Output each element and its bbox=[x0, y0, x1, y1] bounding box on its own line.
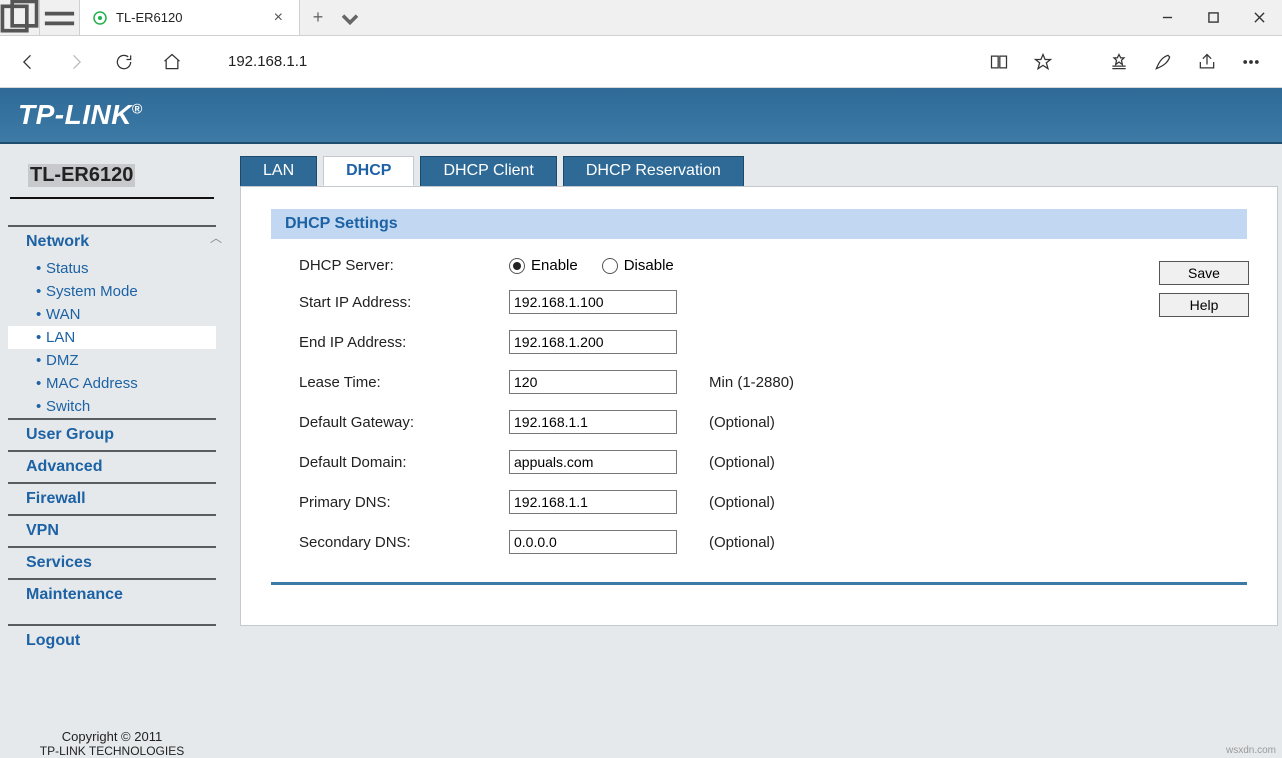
hint-domain: (Optional) bbox=[699, 454, 1247, 471]
sidebar-item-system-mode[interactable]: System Mode bbox=[8, 280, 216, 303]
tab-title: TL-ER6120 bbox=[116, 10, 262, 25]
tab-dhcp-client[interactable]: DHCP Client bbox=[420, 156, 556, 186]
sidebar-item-switch[interactable]: Switch bbox=[8, 395, 216, 418]
more-icon[interactable] bbox=[1230, 40, 1272, 84]
sidebar-group-advanced[interactable]: Advanced bbox=[8, 452, 216, 482]
label-sdns: Secondary DNS: bbox=[299, 534, 509, 551]
sidebar-group-firewall[interactable]: Firewall bbox=[8, 484, 216, 514]
minimize-button[interactable] bbox=[1144, 0, 1190, 35]
refresh-button[interactable] bbox=[102, 40, 146, 84]
scroll-up-icon[interactable]: ︿ bbox=[210, 229, 222, 246]
input-domain[interactable] bbox=[509, 450, 677, 474]
sidebar-item-wan[interactable]: WAN bbox=[8, 303, 216, 326]
brand-bar: TP-LINK® bbox=[0, 88, 1282, 144]
input-primary-dns[interactable] bbox=[509, 490, 677, 514]
notes-icon[interactable] bbox=[1142, 40, 1184, 84]
sidebar-group-network[interactable]: Network bbox=[8, 227, 216, 257]
home-button[interactable] bbox=[150, 40, 194, 84]
main-content: LAN DHCP DHCP Client DHCP Reservation DH… bbox=[224, 144, 1282, 758]
tab-preview-button[interactable] bbox=[40, 0, 80, 36]
brand-logo: TP-LINK® bbox=[18, 99, 143, 131]
sidebar: TL-ER6120 ︿ Network Status System Mode W… bbox=[0, 144, 224, 758]
label-pdns: Primary DNS: bbox=[299, 494, 509, 511]
tab-dhcp[interactable]: DHCP bbox=[323, 156, 414, 186]
favorite-star-icon[interactable] bbox=[1022, 40, 1064, 84]
save-button[interactable]: Save bbox=[1159, 261, 1249, 285]
new-tab-button[interactable]: + bbox=[300, 0, 336, 35]
sidebar-item-lan[interactable]: LAN bbox=[8, 326, 216, 349]
forward-button[interactable] bbox=[54, 40, 98, 84]
watermark: wsxdn.com bbox=[1226, 745, 1276, 756]
sidebar-logout[interactable]: Logout bbox=[8, 626, 216, 656]
hint-sdns: (Optional) bbox=[699, 534, 1247, 551]
reading-view-icon[interactable] bbox=[978, 40, 1020, 84]
tabs-overview-button[interactable] bbox=[0, 0, 40, 36]
label-start-ip: Start IP Address: bbox=[299, 294, 509, 311]
section-title: DHCP Settings bbox=[271, 209, 1247, 239]
radio-disable[interactable]: Disable bbox=[602, 257, 674, 274]
content-tabs: LAN DHCP DHCP Client DHCP Reservation bbox=[224, 144, 1282, 186]
browser-tab[interactable]: TL-ER6120 × bbox=[80, 0, 300, 35]
hint-lease: Min (1-2880) bbox=[699, 374, 1247, 391]
radio-enable[interactable]: Enable bbox=[509, 257, 578, 274]
settings-panel: DHCP Settings DHCP Server: Enable Disabl… bbox=[240, 186, 1278, 626]
close-window-button[interactable] bbox=[1236, 0, 1282, 35]
sidebar-group-user-group[interactable]: User Group bbox=[8, 420, 216, 450]
label-end-ip: End IP Address: bbox=[299, 334, 509, 351]
tab-dhcp-reservation[interactable]: DHCP Reservation bbox=[563, 156, 744, 186]
tab-lan[interactable]: LAN bbox=[240, 156, 317, 186]
copyright: Copyright © 2011 TP-LINK TECHNOLOGIES bbox=[0, 729, 224, 758]
sidebar-group-maintenance[interactable]: Maintenance bbox=[8, 580, 216, 610]
input-end-ip[interactable] bbox=[509, 330, 677, 354]
maximize-button[interactable] bbox=[1190, 0, 1236, 35]
sidebar-item-dmz[interactable]: DMZ bbox=[8, 349, 216, 372]
window-controls bbox=[1144, 0, 1282, 35]
sidebar-group-services[interactable]: Services bbox=[8, 548, 216, 578]
hint-gateway: (Optional) bbox=[699, 414, 1247, 431]
hint-pdns: (Optional) bbox=[699, 494, 1247, 511]
input-secondary-dns[interactable] bbox=[509, 530, 677, 554]
favorites-list-icon[interactable] bbox=[1098, 40, 1140, 84]
browser-titlebar: TL-ER6120 × + bbox=[0, 0, 1282, 36]
address-bar[interactable]: 192.168.1.1 bbox=[228, 45, 936, 79]
share-icon[interactable] bbox=[1186, 40, 1228, 84]
sidebar-item-status[interactable]: Status bbox=[8, 257, 216, 280]
help-button[interactable]: Help bbox=[1159, 293, 1249, 317]
close-tab-icon[interactable]: × bbox=[270, 9, 287, 27]
label-dhcp-server: DHCP Server: bbox=[299, 257, 509, 274]
label-lease: Lease Time: bbox=[299, 374, 509, 391]
input-start-ip[interactable] bbox=[509, 290, 677, 314]
input-lease[interactable] bbox=[509, 370, 677, 394]
browser-navbar: 192.168.1.1 bbox=[0, 36, 1282, 88]
separator bbox=[271, 582, 1247, 585]
model-label: TL-ER6120 bbox=[28, 164, 135, 187]
label-gateway: Default Gateway: bbox=[299, 414, 509, 431]
favicon-icon bbox=[92, 10, 108, 26]
sidebar-item-mac-address[interactable]: MAC Address bbox=[8, 372, 216, 395]
input-gateway[interactable] bbox=[509, 410, 677, 434]
back-button[interactable] bbox=[6, 40, 50, 84]
tab-menu-button[interactable] bbox=[336, 0, 364, 35]
label-domain: Default Domain: bbox=[299, 454, 509, 471]
router-page: TP-LINK® TL-ER6120 ︿ Network Status Syst… bbox=[0, 88, 1282, 758]
sidebar-group-vpn[interactable]: VPN bbox=[8, 516, 216, 546]
